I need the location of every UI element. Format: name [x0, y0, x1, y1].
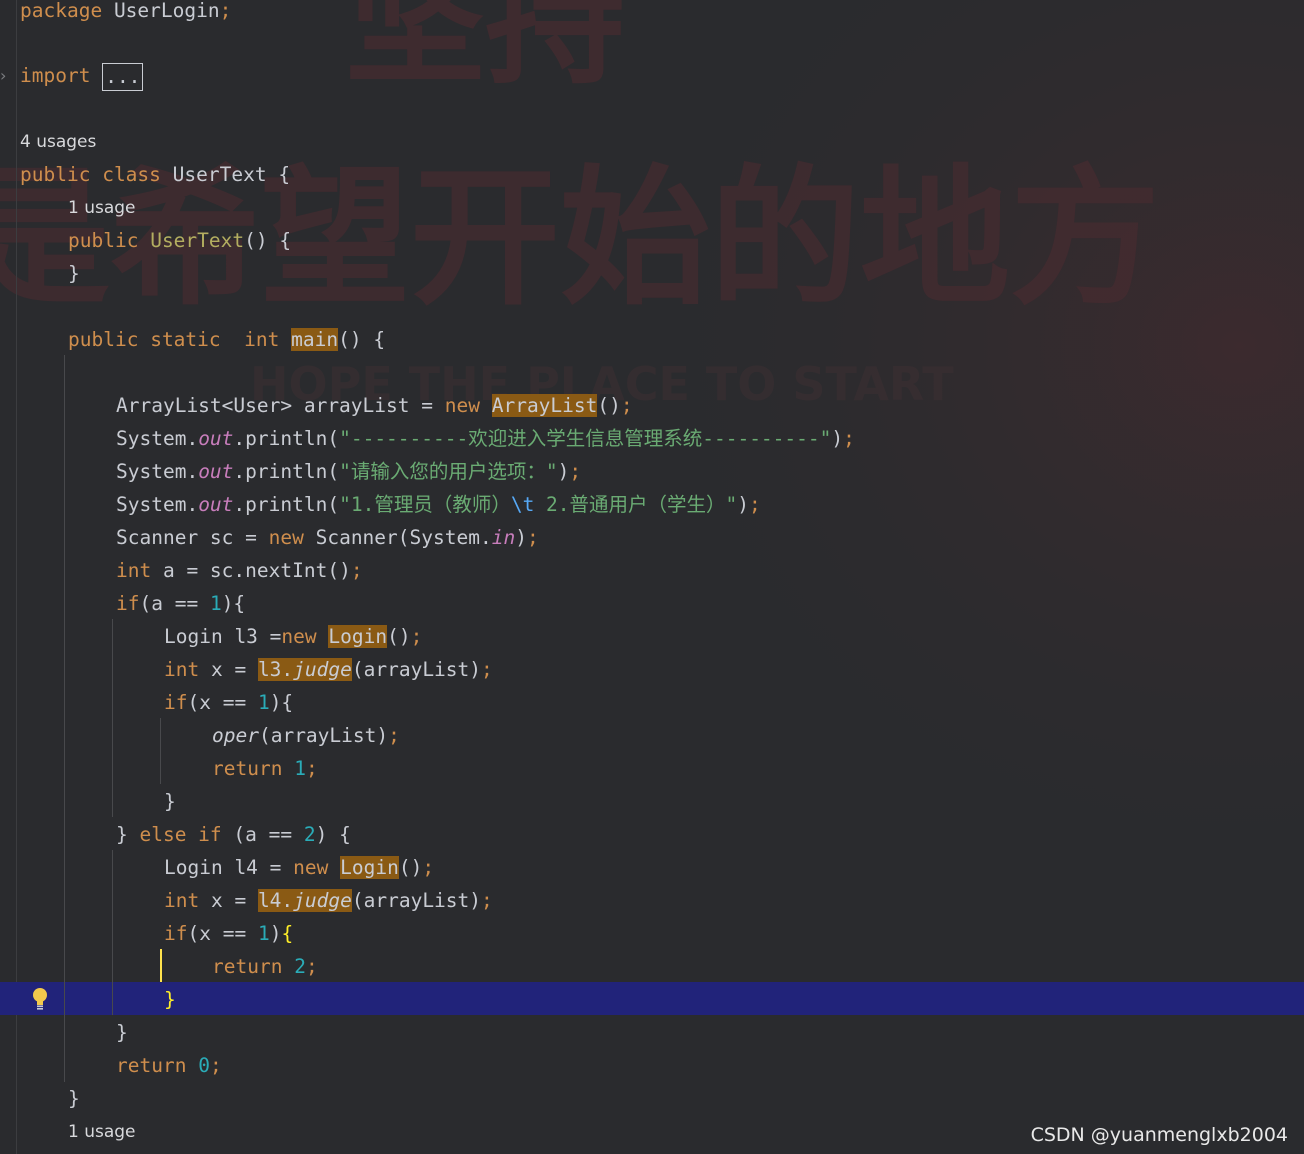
code-line-ctor-close[interactable]: } — [68, 257, 80, 290]
keyword: import — [20, 64, 91, 87]
code-line-import[interactable]: import ... — [20, 59, 144, 92]
string-welcome: "----------欢迎进入学生信息管理系统----------" — [339, 427, 832, 450]
indent-guide — [64, 355, 65, 1082]
code-line-if-x1-b[interactable]: if(x == 1){ — [164, 917, 293, 950]
code-line-close[interactable]: } — [164, 785, 176, 818]
ctor-usages-hint[interactable]: 1 usage — [68, 192, 136, 225]
gutter-separator — [16, 0, 17, 1154]
package-name: UserLogin — [113, 0, 220, 22]
code-line-return-0[interactable]: return 0; — [116, 1049, 222, 1082]
indent-guide — [112, 619, 113, 817]
watermark: CSDN @yuanmenglxb2004 — [1030, 1124, 1288, 1146]
string-prompt: "请输入您的用户选项：" — [339, 460, 558, 483]
code-line-class-decl[interactable]: public class UserText { — [20, 158, 290, 191]
code-line-if-x1-a[interactable]: if(x == 1){ — [164, 686, 293, 719]
code-line-return-2[interactable]: return 2; — [212, 950, 318, 983]
brace-match-indicator — [160, 949, 162, 982]
code-line-judge-l3[interactable]: int x = l3.judge(arrayList); — [164, 653, 493, 686]
code-line-return-1[interactable]: return 1; — [212, 752, 318, 785]
class-name: UserText — [172, 163, 267, 186]
code-line-login-l4[interactable]: Login l4 = new Login(); — [164, 851, 434, 884]
keyword: package — [20, 0, 103, 22]
code-line-scanner[interactable]: Scanner sc = new Scanner(System.in); — [116, 521, 539, 554]
code-line-println-prompt[interactable]: System.out.println("请输入您的用户选项："); — [116, 455, 581, 488]
indent-guide — [112, 850, 113, 1015]
code-line-close-main[interactable]: } — [68, 1082, 80, 1115]
code-line-arraylist[interactable]: ArrayList<User> arrayList = new ArrayLis… — [116, 389, 633, 422]
chevron-right-icon[interactable]: › — [0, 66, 6, 85]
code-line-println-options[interactable]: System.out.println("1.管理员（教师）\t 2.普通用户（学… — [116, 488, 761, 521]
current-line-highlight — [0, 982, 1304, 1015]
code-line-nextint[interactable]: int a = sc.nextInt(); — [116, 554, 363, 587]
code-line-package[interactable]: package UserLogin; — [20, 0, 231, 27]
collapsed-imports-button[interactable]: ... — [102, 62, 144, 91]
lightbulb-icon[interactable] — [32, 987, 48, 1011]
code-line-main[interactable]: public static int main() { — [68, 323, 385, 356]
class-usages-hint[interactable]: 4 usages — [20, 126, 96, 159]
ctor-name: UserText — [150, 229, 245, 252]
banner-top-text: 坚持 — [345, 0, 625, 104]
method-usages-hint[interactable]: 1 usage — [68, 1116, 136, 1149]
code-line-close-else[interactable]: } — [116, 1016, 128, 1049]
code-line-oper[interactable]: oper(arrayList); — [212, 719, 400, 752]
code-line-ctor[interactable]: public UserText() { — [68, 224, 291, 257]
code-line-println-welcome[interactable]: System.out.println("----------欢迎进入学生信息管理… — [116, 422, 855, 455]
code-line-login-l3[interactable]: Login l3 =new Login(); — [164, 620, 422, 653]
code-line-else-if[interactable]: } else if (a == 2) { — [116, 818, 351, 851]
code-line-close-current[interactable]: } — [164, 983, 176, 1016]
code-line-judge-l4[interactable]: int x = l4.judge(arrayList); — [164, 884, 493, 917]
code-line-if-a1[interactable]: if(a == 1){ — [116, 587, 245, 620]
indent-guide — [160, 718, 161, 784]
method-name-main: main — [291, 328, 339, 351]
